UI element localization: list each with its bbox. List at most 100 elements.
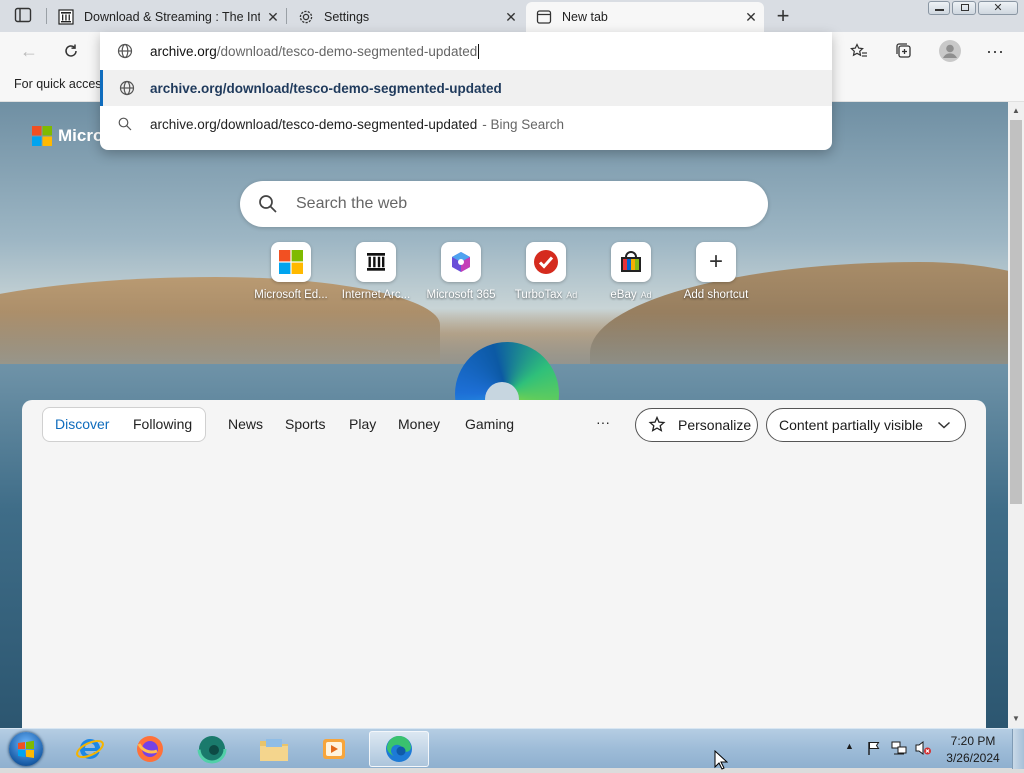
shortcut-add[interactable]: + Add shortcut (671, 242, 761, 301)
new-tab-plus-icon[interactable]: + (772, 4, 794, 28)
ad-badge: Ad (640, 290, 652, 300)
volume-muted-icon[interactable] (914, 740, 932, 759)
clock-time[interactable]: 7:20 PM (940, 734, 1006, 748)
clock-date[interactable]: 3/26/2024 (940, 751, 1006, 765)
archive-icon (58, 9, 84, 25)
network-icon[interactable] (890, 740, 908, 759)
show-desktop-button[interactable] (1012, 729, 1024, 769)
shortcut-label: Internet Arc... (341, 289, 411, 301)
nav-sports[interactable]: Sports (285, 416, 325, 432)
brand-text: Micro (58, 126, 104, 145)
plus-icon: + (696, 242, 736, 282)
suggestion-bing-search[interactable]: archive.org/download/tesco-demo-segmente… (100, 106, 832, 142)
shortcut-label: Add shortcut (683, 289, 749, 301)
gear-icon (298, 9, 324, 25)
scrollbar-thumb[interactable] (1010, 120, 1022, 504)
suggestion-url[interactable]: archive.org/download/tesco-demo-segmente… (100, 70, 832, 106)
shortcut-label: eBay (610, 289, 637, 301)
personalize-label: Personalize (678, 417, 752, 433)
suggestion-suffix: - Bing Search (482, 116, 564, 132)
address-host: archive.org (150, 43, 217, 59)
windows-taskbar: ▲ 7:20 PM 3/26/2024 (0, 728, 1024, 769)
archive-icon (356, 242, 396, 282)
scroll-down-arrow-icon[interactable]: ▼ (1012, 714, 1020, 723)
close-tab-icon[interactable]: ✕ (260, 9, 286, 26)
address-bar-dropdown: archive.org/download/tesco-demo-segmente… (100, 32, 832, 150)
internet-explorer-icon[interactable] (64, 731, 116, 767)
shortcut-microsoft-365[interactable]: Microsoft 365 (416, 242, 506, 301)
restore-button[interactable] (952, 1, 976, 15)
tab-title: New tab (562, 10, 608, 24)
edge-icon (386, 735, 412, 762)
newtab-icon (536, 9, 562, 25)
suggestion-text: archive.org/download/tesco-demo-segmente… (150, 80, 502, 96)
address-path: /download/tesco-demo-segmented-updated (216, 43, 478, 59)
firefox-icon[interactable] (124, 731, 176, 767)
close-tab-icon[interactable]: ✕ (738, 9, 764, 26)
tab-settings[interactable]: Settings ✕ (288, 2, 524, 32)
action-center-flag-icon[interactable] (866, 740, 882, 759)
microsoft-logo: Micro (32, 126, 103, 146)
globe-icon (100, 43, 150, 59)
tab-title: Settings (324, 10, 370, 24)
edge-dev-icon[interactable] (186, 731, 238, 767)
tab-bar: Download & Streaming : The Inte ✕ Settin… (0, 0, 1024, 32)
chevron-down-icon (937, 420, 951, 430)
sparkle-icon (648, 416, 670, 434)
close-tab-icon[interactable]: ✕ (498, 9, 524, 26)
globe-icon (103, 80, 150, 96)
vertical-scrollbar[interactable]: ▲ ▼ (1008, 102, 1024, 728)
address-input-row[interactable]: archive.org/download/tesco-demo-segmente… (100, 34, 832, 68)
favorites-icon[interactable] (844, 36, 874, 66)
close-window-button[interactable]: ✕ (978, 1, 1018, 15)
microsoft-365-icon (441, 242, 481, 282)
minimize-button[interactable] (928, 1, 950, 15)
text-cursor (478, 43, 480, 59)
show-hidden-icons-icon[interactable]: ▲ (845, 741, 854, 751)
tab-new-tab[interactable]: New tab ✕ (526, 2, 764, 32)
mouse-cursor-icon (714, 749, 729, 773)
turbotax-check-icon (526, 242, 566, 282)
edge-taskbar-button[interactable] (369, 731, 429, 767)
address-input[interactable]: archive.org/download/tesco-demo-segmente… (150, 43, 480, 59)
media-player-icon[interactable] (308, 731, 360, 767)
file-explorer-icon[interactable] (248, 731, 300, 767)
content-visibility-dropdown[interactable]: Content partially visible (766, 408, 966, 442)
shortcut-turbotax[interactable]: TurboTax Ad (501, 242, 591, 301)
tab-download-streaming[interactable]: Download & Streaming : The Inte ✕ (48, 2, 286, 32)
search-icon (100, 117, 150, 131)
more-nav-icon[interactable]: ··· (596, 414, 610, 430)
nav-money[interactable]: Money (398, 416, 440, 432)
tab-actions-icon[interactable] (14, 7, 34, 25)
shortcut-label: TurboTax (514, 289, 563, 301)
refresh-button[interactable] (56, 36, 86, 66)
feed-panel (22, 400, 986, 728)
shortcut-internet-archive[interactable]: Internet Arc... (331, 242, 421, 301)
search-icon (258, 194, 282, 214)
microsoft-logo-icon (271, 242, 311, 282)
suggestion-text: archive.org/download/tesco-demo-segmente… (150, 116, 478, 132)
scroll-up-arrow-icon[interactable]: ▲ (1012, 106, 1020, 115)
content-visibility-label: Content partially visible (779, 417, 923, 433)
back-button[interactable]: ← (14, 36, 44, 66)
nav-gaming[interactable]: Gaming (465, 416, 514, 432)
shortcut-ebay[interactable]: eBay Ad (586, 242, 676, 301)
nav-news[interactable]: News (228, 416, 263, 432)
windows-logo-icon (18, 740, 34, 758)
shortcut-microsoft-edge[interactable]: Microsoft Ed... (246, 242, 336, 301)
shortcut-label: Microsoft Ed... (254, 289, 328, 301)
start-button[interactable] (0, 731, 52, 767)
favorites-bar-hint: For quick access (14, 77, 108, 91)
collections-icon[interactable] (889, 36, 919, 66)
profile-avatar[interactable] (935, 36, 965, 66)
web-search-placeholder: Search the web (296, 195, 408, 212)
web-search-box[interactable]: Search the web (240, 181, 768, 227)
personalize-button[interactable]: Personalize (635, 408, 758, 442)
more-menu-icon[interactable]: ··· (980, 36, 1010, 66)
tab-following[interactable]: Following (133, 416, 192, 432)
ad-badge: Ad (566, 290, 578, 300)
shortcut-label: Microsoft 365 (426, 289, 496, 301)
nav-play[interactable]: Play (349, 416, 376, 432)
tab-discover[interactable]: Discover (55, 416, 109, 432)
ebay-bag-icon (611, 242, 651, 282)
